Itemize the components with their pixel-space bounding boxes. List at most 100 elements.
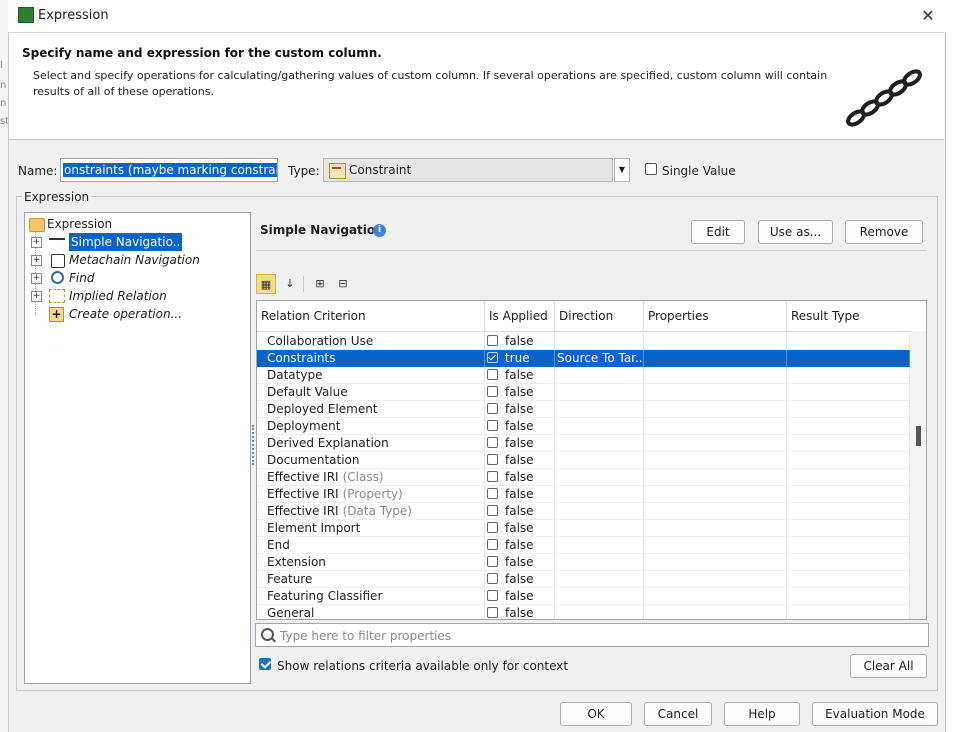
table-row[interactable]: Effective IRI (Property) false — [257, 486, 910, 503]
result-type-cell[interactable] — [787, 435, 910, 452]
type-select[interactable]: Constraint — [323, 158, 613, 182]
is-applied-checkbox[interactable] — [487, 522, 498, 533]
is-applied-checkbox[interactable] — [487, 403, 498, 414]
is-applied-checkbox[interactable] — [487, 454, 498, 465]
table-row[interactable]: General false — [257, 605, 910, 619]
is-applied-checkbox[interactable] — [487, 505, 498, 516]
table-row[interactable]: Featuring Classifier false — [257, 588, 910, 605]
direction-cell[interactable] — [555, 452, 644, 469]
table-row[interactable]: Effective IRI (Class) false — [257, 469, 910, 486]
is-applied-checkbox[interactable] — [487, 386, 498, 397]
remove-button[interactable]: Remove — [845, 220, 923, 244]
result-type-cell[interactable] — [787, 333, 910, 350]
direction-cell[interactable]: Source To Tar... — [555, 350, 644, 367]
is-applied-checkbox[interactable] — [487, 335, 498, 346]
table-row[interactable]: Extension false — [257, 554, 910, 571]
result-type-cell[interactable] — [787, 452, 910, 469]
result-type-cell[interactable] — [787, 367, 910, 384]
is-applied-checkbox[interactable] — [487, 437, 498, 448]
is-applied-checkbox[interactable] — [487, 420, 498, 431]
result-type-cell[interactable] — [787, 350, 910, 367]
table-row[interactable]: Documentation false — [257, 452, 910, 469]
table-row[interactable]: End false — [257, 537, 910, 554]
result-type-cell[interactable] — [787, 384, 910, 401]
table-scrollbar[interactable] — [910, 331, 926, 619]
result-type-cell[interactable] — [787, 418, 910, 435]
properties-cell[interactable] — [644, 384, 787, 401]
direction-cell[interactable] — [555, 333, 644, 350]
filter-input[interactable] — [278, 626, 922, 646]
table-row[interactable]: Deployment false — [257, 418, 910, 435]
splitter-handle[interactable] — [252, 425, 255, 465]
properties-cell[interactable] — [644, 588, 787, 605]
is-applied-checkbox[interactable] — [487, 556, 498, 567]
evaluation-mode-button[interactable]: Evaluation Mode — [812, 702, 938, 726]
direction-cell[interactable] — [555, 503, 644, 520]
direction-cell[interactable] — [555, 571, 644, 588]
relation-criteria-table[interactable]: Relation Criterion Is Applied Direction … — [256, 300, 927, 620]
properties-cell[interactable] — [644, 554, 787, 571]
is-applied-checkbox[interactable] — [487, 471, 498, 482]
table-row[interactable]: Feature false — [257, 571, 910, 588]
is-applied-checkbox[interactable] — [487, 573, 498, 584]
single-value-checkbox[interactable] — [645, 163, 657, 175]
properties-cell[interactable] — [644, 537, 787, 554]
expression-tree[interactable]: Expression + Simple Navigatio.. + Metach… — [24, 212, 251, 684]
direction-cell[interactable] — [555, 384, 644, 401]
table-row[interactable]: Element Import false — [257, 520, 910, 537]
properties-cell[interactable] — [644, 486, 787, 503]
column-header-direction[interactable]: Direction — [555, 301, 644, 331]
table-row[interactable]: Deployed Element false — [257, 401, 910, 418]
is-applied-checkbox[interactable] — [487, 607, 498, 618]
is-applied-checkbox[interactable] — [487, 539, 498, 550]
table-row[interactable]: Collaboration Use false — [257, 333, 910, 350]
direction-cell[interactable] — [555, 435, 644, 452]
direction-cell[interactable] — [555, 401, 644, 418]
direction-cell[interactable] — [555, 367, 644, 384]
properties-cell[interactable] — [644, 435, 787, 452]
column-header-properties[interactable]: Properties — [644, 301, 787, 331]
table-row[interactable]: Effective IRI (Data Type) false — [257, 503, 910, 520]
table-row[interactable]: Derived Explanation false — [257, 435, 910, 452]
is-applied-checkbox[interactable] — [487, 590, 498, 601]
table-row[interactable]: Constraints true Source To Tar... — [257, 350, 910, 367]
properties-cell[interactable] — [644, 605, 787, 619]
info-icon[interactable]: i — [373, 224, 386, 237]
properties-cell[interactable] — [644, 469, 787, 486]
properties-cell[interactable] — [644, 571, 787, 588]
is-applied-checkbox[interactable] — [487, 369, 498, 380]
direction-cell[interactable] — [555, 469, 644, 486]
table-scrollbar-thumb[interactable] — [916, 426, 921, 446]
direction-cell[interactable] — [555, 588, 644, 605]
direction-cell[interactable] — [555, 554, 644, 571]
result-type-cell[interactable] — [787, 571, 910, 588]
column-header-relation-criterion[interactable]: Relation Criterion — [257, 301, 485, 331]
column-header-is-applied[interactable]: Is Applied — [485, 301, 555, 331]
result-type-cell[interactable] — [787, 486, 910, 503]
expand-icon[interactable]: + — [31, 273, 42, 284]
is-applied-checkbox[interactable] — [487, 488, 498, 499]
properties-cell[interactable] — [644, 333, 787, 350]
show-context-checkbox[interactable] — [259, 658, 271, 670]
table-row[interactable]: Default Value false — [257, 384, 910, 401]
properties-cell[interactable] — [644, 350, 787, 367]
direction-cell[interactable] — [555, 537, 644, 554]
result-type-cell[interactable] — [787, 554, 910, 571]
ok-button[interactable]: OK — [560, 702, 632, 726]
is-applied-checkbox[interactable] — [487, 352, 498, 363]
cancel-button[interactable]: Cancel — [644, 702, 712, 726]
chevron-down-icon[interactable]: ▼ — [614, 158, 630, 182]
direction-cell[interactable] — [555, 605, 644, 619]
result-type-cell[interactable] — [787, 503, 910, 520]
name-input[interactable]: onstraints (maybe marking constraint) — [60, 158, 278, 182]
result-type-cell[interactable] — [787, 537, 910, 554]
expand-icon[interactable]: + — [31, 255, 42, 266]
help-button[interactable]: Help — [724, 702, 800, 726]
group-by-category-icon[interactable]: ▦ — [256, 274, 276, 294]
properties-cell[interactable] — [644, 503, 787, 520]
sort-alphabetically-icon[interactable]: ↓ — [280, 274, 300, 294]
properties-cell[interactable] — [644, 367, 787, 384]
expand-icon[interactable]: + — [31, 291, 42, 302]
properties-cell[interactable] — [644, 452, 787, 469]
properties-cell[interactable] — [644, 418, 787, 435]
